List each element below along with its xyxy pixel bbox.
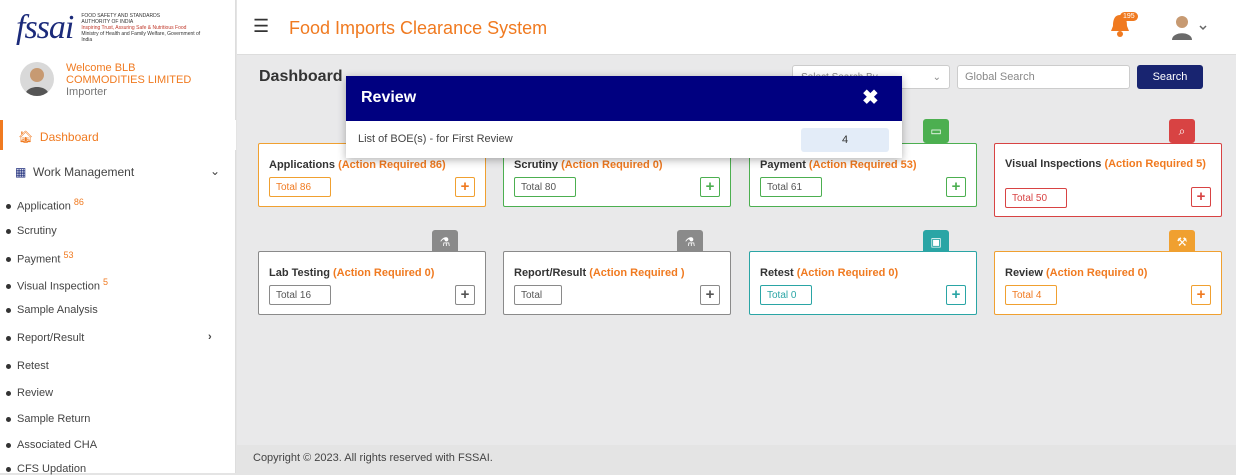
sidebar-item-dashboard[interactable]: 🏠︎ Dashboard [0, 120, 236, 150]
chevron-down-icon: ⌄ [210, 164, 221, 178]
card-retest: Retest (Action Required 0) Total 0 + [749, 251, 977, 315]
modal-title: Review [361, 89, 417, 106]
card-lab-testing: Lab Testing (Action Required 0) Total 16… [258, 251, 486, 315]
card-title: Retest (Action Required 0) [760, 267, 899, 279]
sidebar-item-sample-analysis[interactable]: Sample Analysis [6, 304, 98, 316]
sidebar-item-label: Scrutiny [17, 225, 57, 237]
search-button[interactable]: Search [1137, 65, 1203, 89]
welcome-text: Welcome BLB COMMODITIES LIMITED Importer [66, 62, 191, 98]
sidebar-item-label: Application [17, 200, 71, 213]
card-title: Applications (Action Required 86) [269, 159, 446, 171]
sidebar-item-sample-return[interactable]: Sample Return [6, 413, 90, 425]
total-button[interactable]: Total [514, 285, 562, 305]
review-modal: Review ✖ List of BOE(s) - for First Revi… [346, 76, 902, 158]
chevron-down-icon: ⌄ [932, 72, 941, 83]
sidebar-item-label: Associated CHA [17, 439, 98, 451]
sidebar-item-label: Dashboard [39, 130, 99, 144]
home-icon: 🏠︎ [18, 130, 34, 144]
sidebar-item-report-result[interactable]: Report/Result › [6, 331, 226, 344]
sidebar-item-label: Review [17, 387, 54, 399]
card-title: Report/Result (Action Required ) [514, 267, 685, 279]
count-badge: 5 [103, 277, 109, 287]
card-visual-inspections: Visual Inspections (Action Required 5) T… [994, 143, 1222, 217]
sidebar-item-visual-inspection[interactable]: Visual Inspection 5 [6, 277, 108, 293]
card-title: Lab Testing (Action Required 0) [269, 267, 435, 279]
fssai-logo: fssai FOOD SAFETY AND STANDARDS AUTHORIT… [0, 0, 236, 55]
add-button[interactable]: + [455, 177, 475, 197]
sidebar-item-label: CFS Updation [17, 463, 87, 475]
card-report-result: Report/Result (Action Required ) Total + [503, 251, 731, 315]
sidebar-item-scrutiny[interactable]: Scrutiny [6, 225, 57, 237]
logo-text: FOOD SAFETY AND STANDARDS AUTHORITY OF I… [81, 13, 201, 43]
sidebar-item-cfs-updation[interactable]: CFS Updation [6, 463, 86, 475]
sidebar-item-review[interactable]: Review [6, 387, 53, 399]
sidebar-item-application[interactable]: Application 86 [6, 197, 84, 213]
sidebar-item-label: Report/Result [17, 332, 85, 344]
sidebar-item-label: Payment [17, 253, 61, 266]
add-button[interactable]: + [1191, 285, 1211, 305]
sidebar: Welcome BLB COMMODITIES LIMITED Importer… [0, 55, 236, 475]
add-button[interactable]: + [1191, 187, 1211, 207]
card-title: Scrutiny (Action Required 0) [514, 159, 663, 171]
global-search-input[interactable]: Global Search [957, 65, 1130, 89]
card-title: Visual Inspections (Action Required 5) [1005, 158, 1206, 170]
logo-brand: fssai [16, 8, 74, 46]
count-badge: 53 [63, 250, 74, 260]
sidebar-item-label: Visual Inspection [17, 280, 100, 293]
add-button[interactable]: + [700, 285, 720, 305]
total-button[interactable]: Total 80 [514, 177, 576, 197]
chevron-right-icon: › [208, 331, 212, 343]
logo-line3: Inspiring Trust, Assuring Safe & Nutriti… [81, 24, 187, 31]
add-button[interactable]: + [700, 177, 720, 197]
card-title: Review (Action Required 0) [1005, 267, 1148, 279]
sidebar-item-label: Sample Analysis [17, 304, 98, 316]
page-title: Dashboard [259, 68, 343, 85]
grid-icon: ▦ [15, 165, 27, 179]
sidebar-item-payment[interactable]: Payment 53 [6, 250, 74, 266]
sidebar-item-label: Retest [17, 360, 49, 372]
total-button[interactable]: Total 86 [269, 177, 331, 197]
app-title: Food Imports Clearance System [289, 18, 548, 38]
sidebar-item-retest[interactable]: Retest [6, 360, 49, 372]
total-button[interactable]: Total 61 [760, 177, 822, 197]
total-button[interactable]: Total 50 [1005, 188, 1067, 208]
footer-copyright: Copyright © 2023. All rights reserved wi… [237, 445, 1236, 473]
total-button[interactable]: Total 0 [760, 285, 812, 305]
notification-count-badge: 195 [1120, 12, 1138, 21]
add-button[interactable]: + [455, 285, 475, 305]
user-welcome: Welcome BLB COMMODITIES LIMITED Importer [20, 62, 230, 114]
modal-header: Review ✖ [346, 76, 902, 121]
sidebar-item-work-management[interactable]: ▦ Work Management ⌄ [0, 155, 236, 185]
boe-count-value: 4 [801, 128, 889, 152]
payment-card-icon: ▭ [923, 119, 949, 143]
boe-first-review-link[interactable]: List of BOE(s) - for First Review [358, 133, 513, 145]
top-bar: ☰ Food Imports Clearance System 195 [237, 0, 1236, 55]
sidebar-item-label: Sample Return [17, 413, 91, 425]
total-button[interactable]: Total 4 [1005, 285, 1057, 305]
visual-inspection-icon: ⌕ [1169, 119, 1195, 143]
sidebar-item-label: Work Management [33, 165, 135, 179]
add-button[interactable]: + [946, 177, 966, 197]
user-menu-icon[interactable] [1169, 14, 1209, 40]
sidebar-item-associated-cha[interactable]: Associated CHA [6, 439, 97, 451]
close-icon[interactable]: ✖ [862, 85, 879, 110]
logo-line4: Ministry of Health and Family Welfare, G… [81, 30, 201, 43]
total-button[interactable]: Total 16 [269, 285, 331, 305]
company-name: COMMODITIES LIMITED [66, 74, 192, 86]
hamburger-menu-icon[interactable]: ☰ [253, 16, 271, 36]
add-button[interactable]: + [946, 285, 966, 305]
avatar [20, 62, 54, 96]
count-badge: 86 [73, 197, 84, 207]
user-role: Importer [66, 86, 107, 98]
card-review: Review (Action Required 0) Total 4 + [994, 251, 1222, 315]
welcome-label: Welcome BLB [66, 62, 136, 74]
card-title: Payment (Action Required 53) [760, 159, 917, 171]
avatar-icon [25, 68, 49, 96]
